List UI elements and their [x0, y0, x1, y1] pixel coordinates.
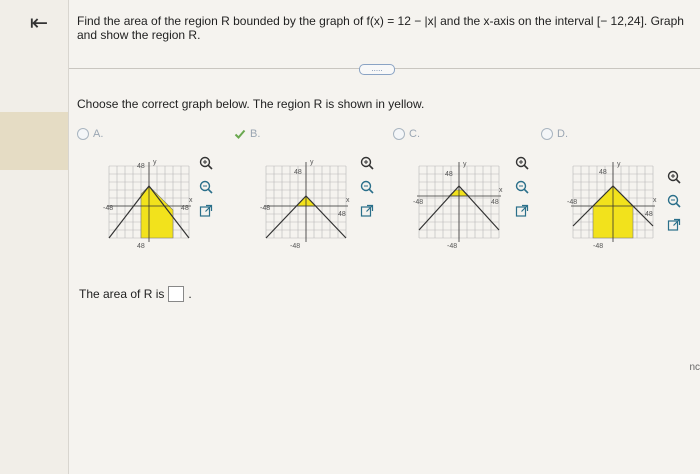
option-b-label: B. — [250, 128, 261, 140]
answer-suffix: . — [188, 287, 192, 301]
c-top-label: 48 — [445, 171, 453, 178]
expand-icon[interactable] — [358, 202, 376, 220]
zoom-out-icon[interactable] — [665, 192, 683, 210]
b-x-label: x — [346, 197, 350, 204]
d-right-label: 48 — [645, 211, 653, 218]
option-c[interactable]: C. 48 y -48 48 x -48 — [387, 128, 537, 278]
d-x-label: x — [653, 197, 657, 204]
d-bottom-label: -48 — [593, 243, 603, 250]
d-top-label: 48 — [599, 169, 607, 176]
option-a-label: A. — [93, 128, 104, 140]
back-arrow-icon[interactable]: ⇤ — [24, 10, 54, 36]
rail-highlight — [0, 112, 68, 170]
more-button[interactable]: ..... — [359, 64, 395, 75]
radio-c[interactable] — [393, 128, 405, 140]
edge-text: nc — [689, 362, 700, 373]
expand-icon[interactable] — [197, 202, 215, 220]
a-top-label: 48 — [137, 163, 145, 170]
option-b[interactable]: B. 48 y -48 48 x -48 — [234, 128, 384, 278]
answer-input[interactable] — [168, 286, 185, 302]
c-right-label: 48 — [491, 199, 499, 206]
c-bottom-label: -48 — [447, 243, 457, 250]
a-bottom-label: 48 — [137, 243, 145, 250]
zoom-out-icon[interactable] — [358, 178, 376, 196]
a-x-label: x — [189, 197, 193, 204]
option-a[interactable]: A. 48 y -48 48 x 48 — [77, 128, 227, 278]
radio-a[interactable] — [77, 128, 89, 140]
b-y-label: y — [310, 159, 314, 166]
option-c-label: C. — [409, 128, 420, 140]
c-y-label: y — [463, 161, 467, 168]
b-right-label: 48 — [338, 211, 346, 218]
answer-row: The area of R is . — [79, 286, 192, 302]
d-left-label: -48 — [567, 199, 577, 206]
c-left-label: -48 — [413, 199, 423, 206]
question-text: Find the area of the region R bounded by… — [77, 14, 684, 42]
zoom-in-icon[interactable] — [513, 154, 531, 172]
b-top-label: 48 — [294, 169, 302, 176]
zoom-in-icon[interactable] — [665, 168, 683, 186]
graph-a: 48 y -48 48 x 48 — [103, 159, 193, 250]
option-d[interactable]: D. 48 y -48 48 x -48 — [541, 128, 691, 278]
zoom-in-icon[interactable] — [358, 154, 376, 172]
option-d-label: D. — [557, 128, 568, 140]
b-left-label: -48 — [260, 205, 270, 212]
a-y-label: y — [153, 159, 157, 166]
left-rail: ⇤ — [0, 0, 69, 474]
question-panel: Find the area of the region R bounded by… — [69, 0, 700, 474]
d-y-label: y — [617, 161, 621, 168]
expand-icon[interactable] — [513, 202, 531, 220]
zoom-in-icon[interactable] — [197, 154, 215, 172]
answer-label: The area of R is — [79, 287, 165, 301]
b-bottom-label: -48 — [290, 243, 300, 250]
check-icon — [234, 129, 246, 139]
zoom-out-icon[interactable] — [197, 178, 215, 196]
graph-d: 48 y -48 48 x -48 — [567, 161, 657, 250]
graph-b: 48 y -48 48 x -48 — [260, 159, 350, 250]
radio-d[interactable] — [541, 128, 553, 140]
graph-c: 48 y -48 48 x -48 — [413, 161, 503, 250]
prompt-text: Choose the correct graph below. The regi… — [77, 97, 425, 111]
expand-icon[interactable] — [665, 216, 683, 234]
c-x-label: x — [499, 187, 503, 194]
zoom-out-icon[interactable] — [513, 178, 531, 196]
a-left-label: -48 — [103, 205, 113, 212]
a-right-label: 48 — [181, 205, 189, 212]
